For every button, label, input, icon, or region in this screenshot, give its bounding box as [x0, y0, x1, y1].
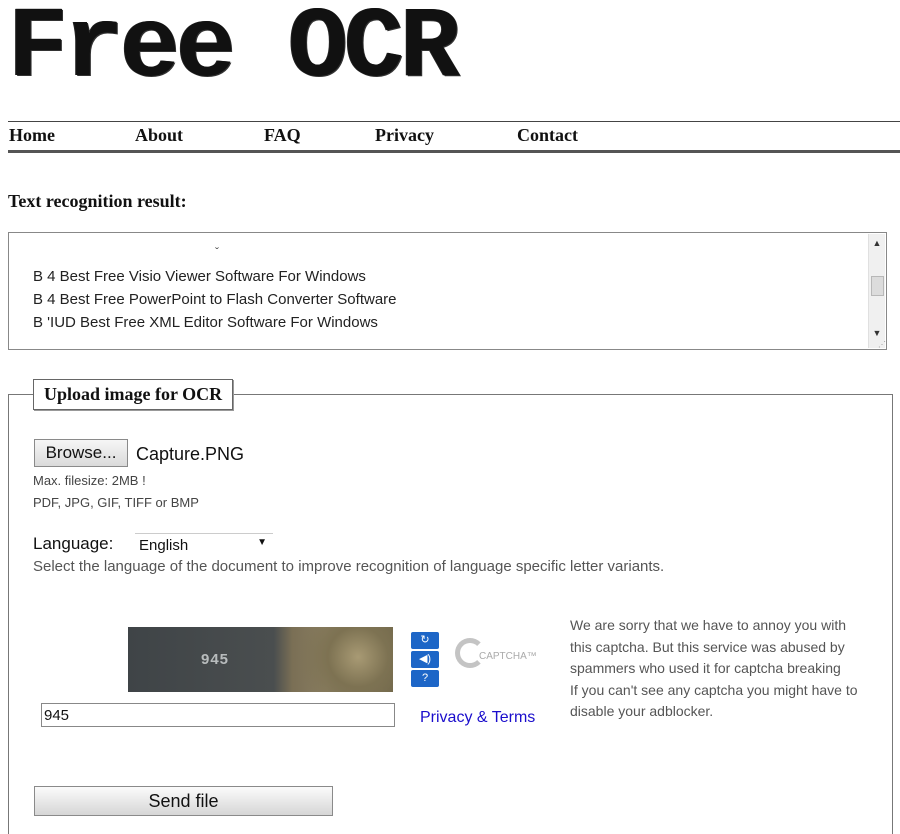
- help-icon[interactable]: ?: [411, 670, 439, 687]
- result-line: B 'IUD Best Free XML Editor Software For…: [33, 314, 378, 331]
- recaptcha-logo: CAPTCHA™: [455, 636, 540, 678]
- result-lines: B 4 Best Free Visio Viewer Software For …: [33, 265, 397, 334]
- selected-file-name: Capture.PNG: [136, 444, 245, 464]
- result-line: B 4 Best Free PowerPoint to Flash Conver…: [33, 291, 397, 308]
- resize-grip-icon[interactable]: ⋰: [878, 340, 886, 349]
- nav-about[interactable]: About: [135, 125, 183, 146]
- captcha-notice: We are sorry that we have to annoy you w…: [570, 615, 870, 723]
- scroll-thumb[interactable]: [871, 276, 884, 296]
- upload-legend: Upload image for OCR: [33, 379, 234, 410]
- recaptcha-logo-word: CAPTCHA™: [479, 651, 537, 662]
- result-title: Text recognition result:: [8, 191, 187, 211]
- nav-faq[interactable]: FAQ: [264, 125, 301, 146]
- captcha-input[interactable]: [41, 703, 395, 727]
- site-logo: Free OCR: [8, 0, 460, 106]
- nav-contact[interactable]: Contact: [517, 125, 578, 146]
- scroll-up-icon[interactable]: ▲: [869, 236, 885, 250]
- formats-note: PDF, JPG, GIF, TIFF or BMP: [33, 495, 199, 510]
- dropdown-arrow-icon: ▼: [257, 537, 267, 548]
- captcha-sorry-text: We are sorry that we have to annoy you w…: [570, 617, 846, 676]
- captcha-image: 945: [128, 627, 393, 692]
- max-filesize-note: Max. filesize: 2MB !: [33, 473, 146, 488]
- send-file-button[interactable]: Send file: [34, 786, 333, 816]
- language-selected-value: English: [139, 537, 189, 554]
- refresh-icon[interactable]: ↻: [411, 632, 439, 649]
- result-caret: ˇ: [215, 245, 219, 259]
- privacy-terms-link[interactable]: Privacy & Terms: [420, 709, 535, 727]
- language-label: Language:: [33, 534, 114, 553]
- language-select[interactable]: English ▼: [135, 533, 273, 555]
- nav-home[interactable]: Home: [9, 125, 55, 146]
- audio-icon[interactable]: ◀): [411, 651, 439, 668]
- scroll-down-icon[interactable]: ▼: [869, 326, 885, 340]
- result-line: B 4 Best Free Visio Viewer Software For …: [33, 268, 366, 285]
- main-nav: Home About FAQ Privacy Contact: [8, 121, 900, 153]
- language-hint: Select the language of the document to i…: [33, 558, 665, 575]
- result-textarea[interactable]: ˇ B 4 Best Free Visio Viewer Software Fo…: [8, 232, 887, 350]
- captcha-adblock-text: If you can't see any captcha you might h…: [570, 681, 858, 720]
- result-scrollbar[interactable]: ▲ ▼: [868, 234, 885, 348]
- captcha-image-text: 945: [201, 651, 230, 668]
- browse-button[interactable]: Browse...: [34, 439, 128, 467]
- nav-privacy[interactable]: Privacy: [375, 125, 434, 146]
- captcha-controls: ↻ ◀) ?: [411, 632, 439, 689]
